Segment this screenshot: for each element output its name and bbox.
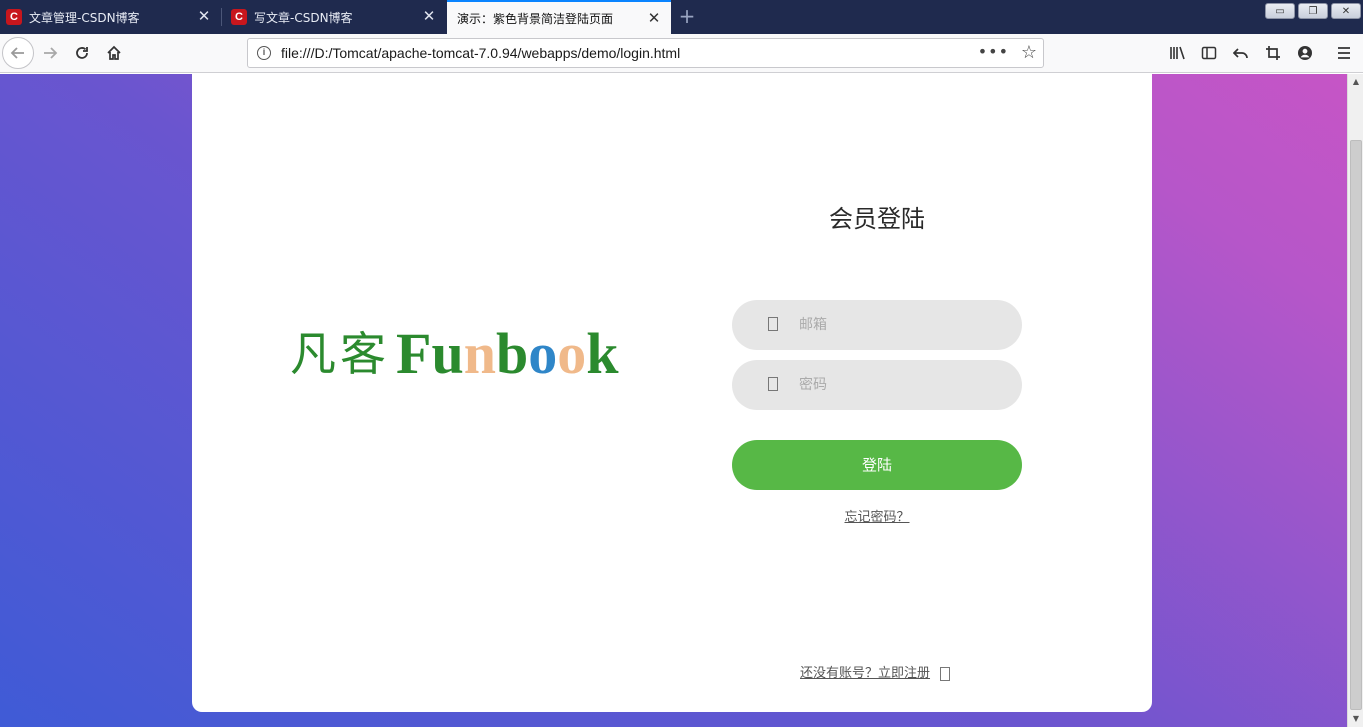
- url-text[interactable]: file:///D:/Tomcat/apache-tomcat-7.0.94/w…: [281, 45, 680, 61]
- bookmark-star-icon[interactable]: ☆: [1021, 42, 1037, 63]
- restore-window-button[interactable]: ❐: [1298, 3, 1328, 19]
- page-background: 凡客 Funbook 会员登陆 登陆 忘记密码？ 还没有账号？立即注册: [0, 74, 1347, 727]
- email-input[interactable]: [799, 300, 1009, 350]
- csdn-favicon-icon: C: [6, 9, 22, 25]
- arrow-right-icon: [940, 666, 951, 681]
- login-title: 会员登陆: [829, 205, 925, 233]
- home-icon: [107, 45, 121, 60]
- password-field[interactable]: [732, 360, 1022, 410]
- tab-article-management[interactable]: C 文章管理-CSDN博客 ✕: [0, 0, 221, 34]
- close-tab-icon[interactable]: ✕: [647, 11, 661, 26]
- logo-letter: o: [528, 321, 558, 386]
- tab-login-demo[interactable]: 演示：紫色背景简洁登陆页面 ✕: [447, 0, 671, 34]
- forward-button[interactable]: [36, 39, 64, 67]
- logo-english-text: Funbook: [396, 324, 619, 384]
- close-tab-icon[interactable]: ✕: [197, 9, 211, 24]
- tab-title: 写文章-CSDN博客: [254, 10, 353, 25]
- tab-title: 文章管理-CSDN博客: [29, 10, 140, 25]
- logo-chinese-text: 凡客: [290, 327, 390, 381]
- undo-icon[interactable]: [1231, 43, 1251, 63]
- register-link[interactable]: 还没有账号？立即注册: [800, 666, 930, 681]
- register-row: 还没有账号？立即注册: [800, 662, 951, 681]
- close-tab-icon[interactable]: ✕: [422, 9, 436, 24]
- sidebar-icon[interactable]: [1199, 43, 1219, 63]
- back-button[interactable]: [2, 37, 34, 69]
- tab-title: 演示：紫色背景简洁登陆页面: [457, 11, 614, 26]
- new-tab-button[interactable]: +: [676, 6, 698, 28]
- navigation-toolbar: i file:///D:/Tomcat/apache-tomcat-7.0.94…: [0, 34, 1363, 73]
- login-card: 凡客 Funbook 会员登陆 登陆 忘记密码？ 还没有账号？立即注册: [192, 74, 1152, 712]
- logo-letter: b: [495, 321, 529, 386]
- home-button[interactable]: [100, 39, 128, 67]
- library-icon[interactable]: [1168, 43, 1188, 63]
- logo-letter: n: [463, 321, 496, 386]
- close-window-button[interactable]: ✕: [1331, 3, 1361, 19]
- page-actions-icon[interactable]: •••: [978, 42, 1009, 61]
- tab-strip: C 文章管理-CSDN博客 ✕ C 写文章-CSDN博客 ✕ 演示：紫色背景简洁…: [0, 0, 1363, 34]
- password-input[interactable]: [799, 360, 1009, 410]
- funbook-logo: 凡客 Funbook: [290, 324, 619, 384]
- reload-icon: [76, 47, 88, 59]
- scroll-down-arrow-icon[interactable]: ▼: [1348, 711, 1363, 727]
- logo-letter: k: [586, 321, 619, 386]
- minimize-window-button[interactable]: ▭: [1265, 3, 1295, 19]
- tab-write-article[interactable]: C 写文章-CSDN博客 ✕: [225, 0, 446, 34]
- login-button[interactable]: 登陆: [732, 440, 1022, 490]
- address-bar[interactable]: i file:///D:/Tomcat/apache-tomcat-7.0.94…: [247, 38, 1044, 68]
- reload-button[interactable]: [68, 39, 96, 67]
- scroll-up-arrow-icon[interactable]: ▲: [1348, 74, 1363, 90]
- menu-hamburger-icon[interactable]: [1334, 43, 1354, 63]
- site-info-icon[interactable]: i: [257, 46, 271, 60]
- csdn-favicon-icon: C: [231, 9, 247, 25]
- scrollbar-thumb[interactable]: [1350, 140, 1362, 710]
- logo-letter: u: [431, 321, 464, 386]
- forgot-password-link[interactable]: 忘记密码？: [732, 506, 1022, 525]
- lock-icon: [768, 377, 778, 391]
- email-field[interactable]: [732, 300, 1022, 350]
- screenshot-crop-icon[interactable]: [1263, 43, 1283, 63]
- account-icon[interactable]: [1295, 43, 1315, 63]
- vertical-scrollbar[interactable]: ▲ ▼: [1347, 74, 1363, 727]
- logo-letter: F: [396, 321, 432, 386]
- tab-separator: [221, 8, 222, 26]
- back-arrow-icon: [10, 47, 24, 59]
- email-icon: [768, 317, 778, 331]
- forward-arrow-icon: [44, 47, 58, 59]
- logo-letter: o: [557, 321, 587, 386]
